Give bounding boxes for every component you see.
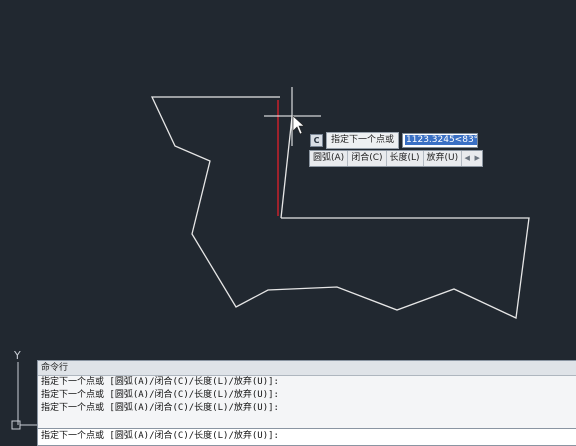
dynamic-options: 圆弧(A) 闭合(C) 长度(L) 放弃(U) ◀ ▶ <box>309 150 484 167</box>
ucs-y-label: Y <box>14 349 21 362</box>
polyline <box>150 96 530 319</box>
arrow-left-icon[interactable]: ◀ <box>462 151 472 166</box>
option-length[interactable]: 长度(L) <box>387 151 424 166</box>
command-input-row[interactable]: 指定下一个点或 [圆弧(A)/闭合(C)/长度(L)/放弃(U)]: <box>38 428 576 445</box>
history-line: 指定下一个点或 [圆弧(A)/闭合(C)/长度(L)/放弃(U)]: <box>41 390 279 400</box>
command-history: 指定下一个点或 [圆弧(A)/闭合(C)/长度(L)/放弃(U)]: 指定下一个… <box>38 376 576 415</box>
rubber-band-line <box>280 116 293 219</box>
option-close[interactable]: 闭合(C) <box>348 151 387 166</box>
command-icon: C <box>310 133 323 147</box>
command-line-window: 命令行 指定下一个点或 [圆弧(A)/闭合(C)/长度(L)/放弃(U)]: 指… <box>37 360 576 446</box>
dynamic-prompt: 指定下一个点或 <box>326 131 400 149</box>
command-line-title: 命令行 <box>38 361 576 376</box>
ucs-icon <box>11 362 37 430</box>
dynamic-value-field[interactable]: 1123.3245<83° <box>402 132 479 148</box>
dynamic-value-text: 1123.3245<83° <box>405 134 479 145</box>
option-arc[interactable]: 圆弧(A) <box>310 151 349 166</box>
history-line: 指定下一个点或 [圆弧(A)/闭合(C)/长度(L)/放弃(U)]: <box>41 403 279 413</box>
command-input[interactable]: 指定下一个点或 [圆弧(A)/闭合(C)/长度(L)/放弃(U)]: <box>41 429 576 444</box>
history-line: 指定下一个点或 [圆弧(A)/闭合(C)/长度(L)/放弃(U)]: <box>41 377 279 387</box>
dynamic-input: C 指定下一个点或 1123.3245<83° <box>310 131 479 149</box>
option-undo[interactable]: 放弃(U) <box>424 151 463 166</box>
arrow-right-icon[interactable]: ▶ <box>472 151 482 166</box>
mouse-pointer-icon <box>292 115 305 135</box>
